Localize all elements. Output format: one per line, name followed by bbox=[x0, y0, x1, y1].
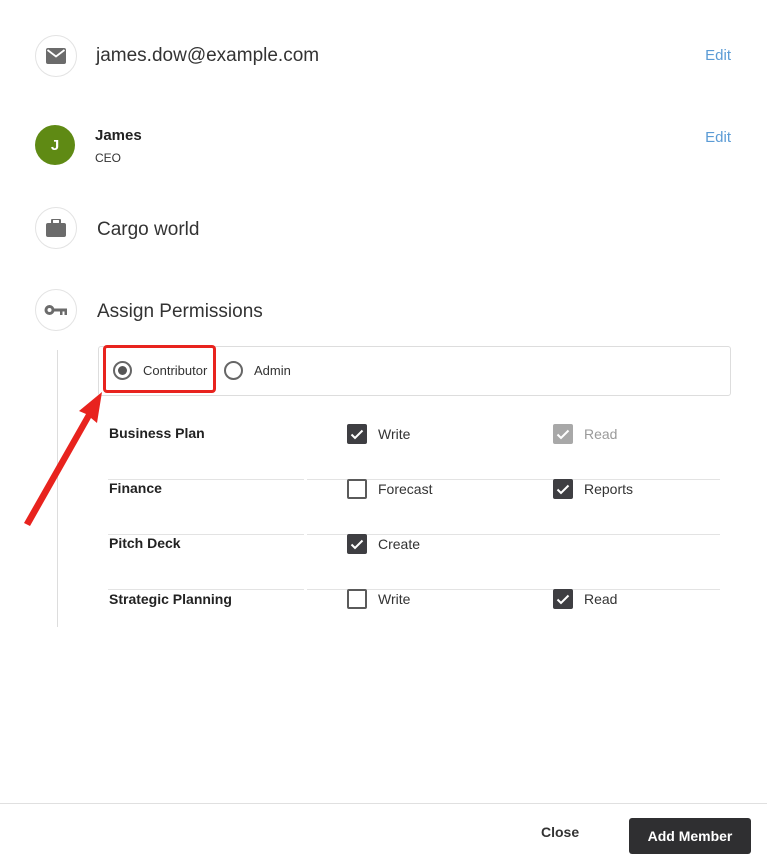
mail-icon bbox=[35, 35, 77, 77]
checkbox-business-plan-write[interactable]: Write bbox=[347, 424, 410, 444]
checkbox-checked-icon bbox=[347, 534, 367, 554]
avatar: J bbox=[35, 125, 75, 165]
checkbox-checked-icon bbox=[347, 424, 367, 444]
permission-row-business-plan: Business Plan bbox=[108, 425, 720, 480]
key-icon bbox=[35, 289, 77, 331]
role-label: Admin bbox=[254, 363, 291, 378]
permission-name: Strategic Planning bbox=[109, 591, 232, 607]
close-button[interactable]: Close bbox=[541, 824, 579, 840]
timeline-line bbox=[57, 350, 58, 627]
member-name: James bbox=[95, 127, 142, 144]
checkbox-finance-reports[interactable]: Reports bbox=[553, 479, 633, 499]
permission-name: Business Plan bbox=[109, 425, 205, 441]
checkbox-label: Reports bbox=[584, 481, 634, 497]
checkbox-unchecked-icon bbox=[347, 589, 367, 609]
member-role: CEO bbox=[95, 151, 122, 165]
checkbox-label: Read bbox=[584, 426, 618, 442]
add-member-button[interactable]: Add Member bbox=[629, 818, 751, 854]
footer-divider bbox=[0, 803, 767, 804]
checkbox-pitch-deck-create[interactable]: Create bbox=[347, 534, 420, 554]
role-radio-admin[interactable]: Admin bbox=[224, 361, 291, 380]
checkbox-strategic-planning-read[interactable]: Read bbox=[553, 589, 617, 609]
company-name: Cargo world bbox=[97, 219, 200, 240]
checkbox-label: Forecast bbox=[378, 481, 433, 497]
annotation-highlight-box bbox=[103, 345, 216, 393]
email-address: james.dow@example.com bbox=[96, 45, 320, 66]
checkbox-checked-icon bbox=[553, 589, 573, 609]
checkbox-unchecked-icon bbox=[347, 479, 367, 499]
checkbox-label: Write bbox=[378, 591, 411, 607]
radio-unselected-icon bbox=[224, 361, 243, 380]
checkbox-label: Read bbox=[584, 591, 618, 607]
checkbox-strategic-planning-write[interactable]: Write bbox=[347, 589, 410, 609]
edit-email-link[interactable]: Edit bbox=[705, 47, 731, 64]
permission-name: Finance bbox=[109, 480, 162, 496]
permission-row-strategic-planning: Strategic Planning bbox=[108, 591, 720, 631]
permission-name: Pitch Deck bbox=[109, 535, 181, 551]
briefcase-icon bbox=[35, 207, 77, 249]
checkbox-label: Write bbox=[378, 426, 411, 442]
checkbox-finance-forecast[interactable]: Forecast bbox=[347, 479, 432, 499]
checkbox-label: Create bbox=[378, 536, 421, 552]
edit-name-link[interactable]: Edit bbox=[705, 129, 731, 146]
permissions-title: Assign Permissions bbox=[97, 301, 263, 322]
checkbox-checked-disabled-icon bbox=[553, 424, 573, 444]
checkbox-business-plan-read: Read bbox=[553, 424, 617, 444]
checkbox-checked-icon bbox=[553, 479, 573, 499]
